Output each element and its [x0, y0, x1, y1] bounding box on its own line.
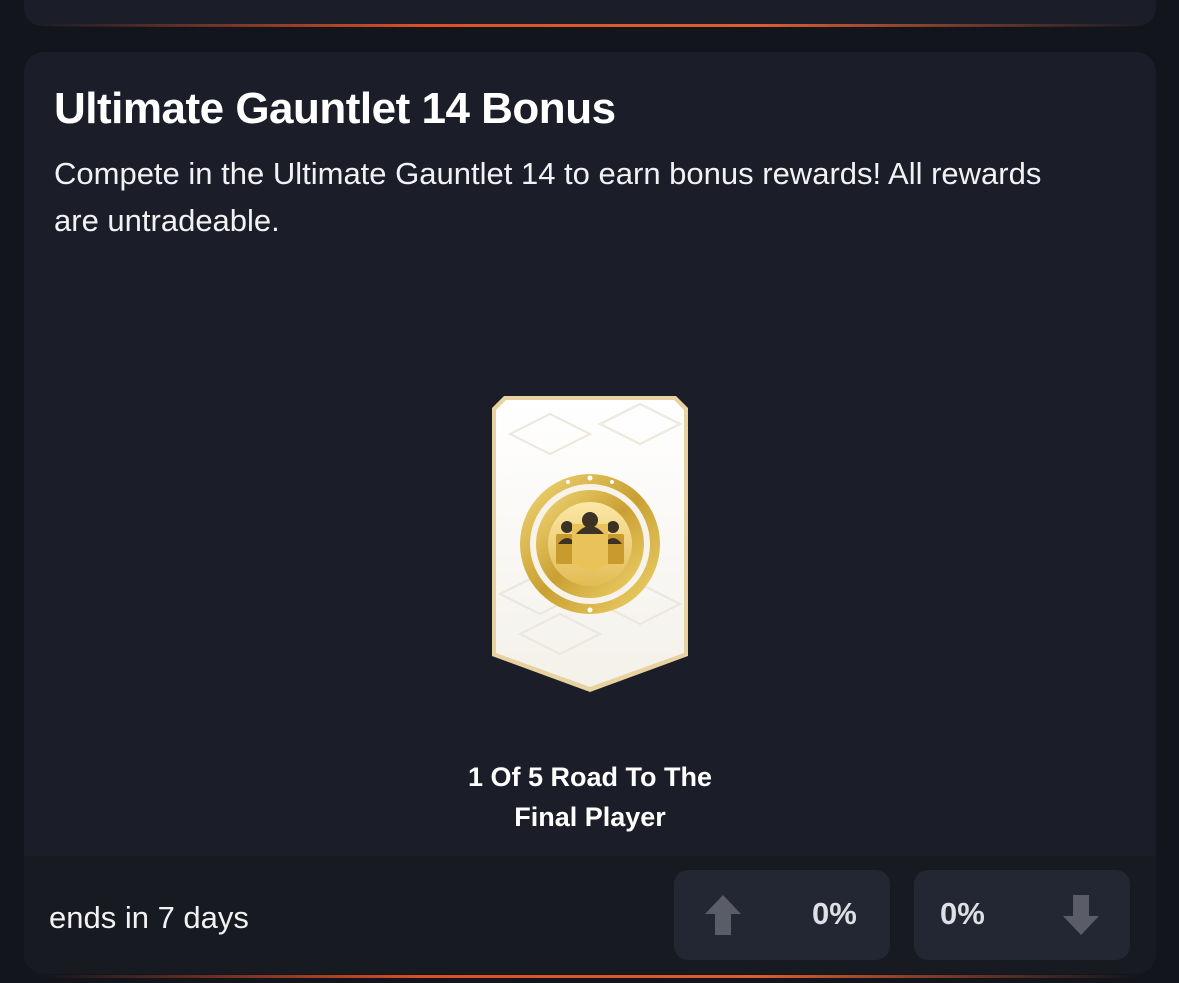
divider-accent-line — [40, 24, 1140, 27]
reward-name: 1 Of 5 Road To The Final Player — [390, 757, 790, 837]
downvote-button[interactable]: 0% — [914, 870, 1130, 960]
card-description: Compete in the Ultimate Gauntlet 14 to e… — [54, 156, 1042, 238]
player-pick-card-icon — [492, 396, 688, 692]
reward-name-line1: 1 Of 5 Road To The — [467, 762, 712, 792]
upvote-percent: 0% — [812, 896, 857, 931]
previous-card — [24, 0, 1156, 26]
objective-card: Ultimate Gauntlet 14 Bonus Compete in th… — [24, 52, 1156, 974]
arrow-up-icon — [705, 895, 741, 935]
upvote-button[interactable]: 0% — [674, 870, 890, 960]
card-footer: ends in 7 days 0% 0% — [24, 856, 1156, 974]
page: Ultimate Gauntlet 14 Bonus Compete in th… — [0, 0, 1179, 983]
reward-name-line2: Final Player — [514, 802, 666, 832]
ends-in-text: ends in 7 days — [49, 900, 249, 935]
bottom-accent-line — [40, 975, 1140, 978]
downvote-percent: 0% — [940, 896, 985, 931]
reward-card[interactable] — [490, 394, 690, 694]
arrow-down-icon — [1063, 895, 1099, 935]
card-title: Ultimate Gauntlet 14 Bonus — [54, 84, 616, 133]
